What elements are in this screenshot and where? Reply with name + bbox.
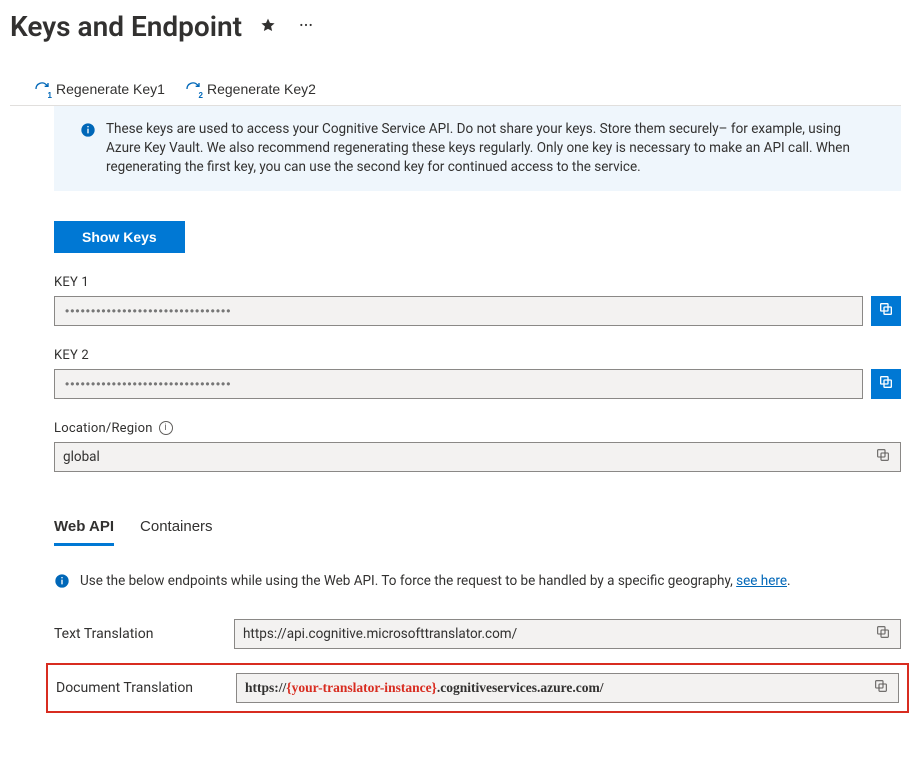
document-translation-label: Document Translation: [56, 680, 236, 696]
tabs: Web API Containers: [54, 512, 901, 546]
copy-icon: [873, 678, 889, 697]
document-translation-highlight: Document Translation https://{your-trans…: [46, 663, 909, 713]
key2-label: KEY 2: [54, 348, 901, 363]
copy-text-endpoint-button[interactable]: [874, 619, 892, 649]
tab-containers[interactable]: Containers: [140, 512, 213, 546]
see-here-link[interactable]: see here: [736, 573, 787, 589]
text-translation-endpoint: https://api.cognitive.microsofttranslato…: [243, 626, 874, 642]
copy-document-endpoint-button[interactable]: [872, 673, 890, 703]
document-endpoint-prefix: https://: [245, 680, 286, 695]
copy-icon: [875, 447, 891, 466]
endpoint-info-prefix: Use the below endpoints while using the …: [80, 573, 736, 589]
regenerate-key2-button[interactable]: 2 Regenerate Key2: [185, 79, 316, 99]
ellipsis-icon: [298, 17, 314, 36]
copy-region-button[interactable]: [874, 442, 892, 472]
text-translation-label: Text Translation: [54, 626, 234, 642]
copy-key2-button[interactable]: [871, 369, 901, 399]
info-icon: [54, 573, 70, 589]
regenerate-key1-label: Regenerate Key1: [56, 81, 165, 97]
regenerate-key1-button[interactable]: 1 Regenerate Key1: [34, 79, 165, 99]
copy-icon: [875, 624, 891, 643]
endpoint-info-text: Use the below endpoints while using the …: [80, 571, 791, 591]
tab-web-api[interactable]: Web API: [54, 512, 114, 546]
document-endpoint-instance-placeholder: {your-translator-instance}: [286, 680, 437, 695]
regenerate-key2-label: Regenerate Key2: [207, 81, 316, 97]
copy-icon: [878, 301, 894, 320]
info-banner-text: These keys are used to access your Cogni…: [106, 120, 875, 177]
refresh-icon: 1: [34, 81, 50, 97]
copy-icon: [878, 374, 894, 393]
key1-input[interactable]: [54, 296, 863, 326]
location-region-value: global: [63, 449, 874, 465]
copy-key1-button[interactable]: [871, 296, 901, 326]
star-icon: [260, 17, 276, 36]
help-icon[interactable]: i: [159, 421, 173, 435]
refresh-icon: 2: [185, 81, 201, 97]
info-icon: [80, 122, 96, 138]
show-keys-button[interactable]: Show Keys: [54, 221, 185, 253]
info-banner: These keys are used to access your Cogni…: [54, 106, 901, 191]
key2-input[interactable]: [54, 369, 863, 399]
page-title: Keys and Endpoint: [10, 10, 242, 43]
key1-label: KEY 1: [54, 275, 901, 290]
document-translation-endpoint: https://{your-translator-instance}.cogni…: [245, 680, 872, 696]
favorite-star-button[interactable]: [256, 13, 280, 40]
location-region-label: Location/Region: [54, 421, 153, 436]
more-button[interactable]: [294, 13, 318, 40]
document-endpoint-suffix: .cognitiveservices.azure.com/: [437, 680, 604, 695]
endpoint-info-suffix: .: [787, 573, 791, 589]
command-bar: 1 Regenerate Key1 2 Regenerate Key2: [10, 73, 901, 105]
